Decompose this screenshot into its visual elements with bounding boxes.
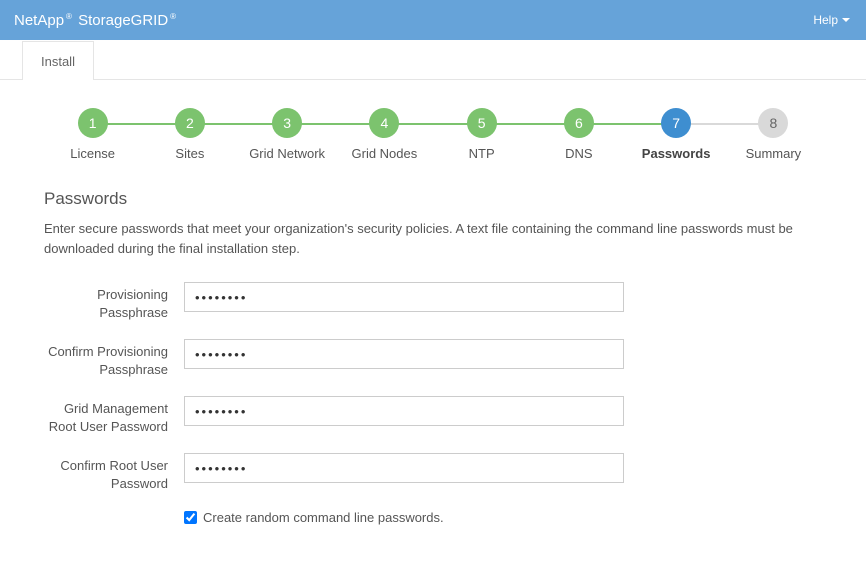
step-grid-network[interactable]: 3 Grid Network [239, 108, 336, 161]
label-root-password: Grid Management Root User Password [44, 396, 184, 435]
reg-icon: ® [170, 12, 176, 21]
step-label: NTP [469, 146, 495, 161]
chevron-down-icon [842, 18, 850, 22]
tab-bar: Install [0, 40, 866, 80]
brand-netapp: NetApp [14, 12, 64, 29]
brand-storagegrid: StorageGRID [78, 12, 168, 29]
confirm-provisioning-passphrase-input[interactable] [184, 339, 624, 369]
random-cli-text: Create random command line passwords. [203, 510, 444, 525]
step-label: Grid Network [249, 146, 325, 161]
step-circle: 3 [272, 108, 302, 138]
step-passwords[interactable]: 7 Passwords [628, 108, 725, 161]
row-random-cli: Create random command line passwords. [44, 510, 822, 525]
step-label: DNS [565, 146, 592, 161]
brand: NetApp® StorageGRID® [14, 12, 178, 29]
step-dns[interactable]: 6 DNS [530, 108, 627, 161]
help-menu[interactable]: Help [813, 13, 850, 27]
step-circle: 2 [175, 108, 205, 138]
provisioning-passphrase-input[interactable] [184, 282, 624, 312]
row-provisioning-passphrase: Provisioning Passphrase [44, 282, 822, 321]
page-title: Passwords [44, 189, 822, 209]
step-summary[interactable]: 8 Summary [725, 108, 822, 161]
step-grid-nodes[interactable]: 4 Grid Nodes [336, 108, 433, 161]
step-license[interactable]: 1 License [44, 108, 141, 161]
content: Passwords Enter secure passwords that me… [0, 171, 866, 563]
random-cli-checkbox[interactable] [184, 511, 197, 524]
row-confirm-provisioning-passphrase: Confirm Provisioning Passphrase [44, 339, 822, 378]
row-confirm-root-password: Confirm Root User Password [44, 453, 822, 492]
top-bar: NetApp® StorageGRID® Help [0, 0, 866, 40]
step-circle: 1 [78, 108, 108, 138]
step-label: Sites [175, 146, 204, 161]
label-provisioning-passphrase: Provisioning Passphrase [44, 282, 184, 321]
label-confirm-root-password: Confirm Root User Password [44, 453, 184, 492]
help-label: Help [813, 13, 838, 27]
root-password-input[interactable] [184, 396, 624, 426]
step-circle: 6 [564, 108, 594, 138]
label-confirm-provisioning-passphrase: Confirm Provisioning Passphrase [44, 339, 184, 378]
page-description: Enter secure passwords that meet your or… [44, 219, 822, 258]
reg-icon: ® [66, 12, 72, 21]
tab-install-label: Install [41, 54, 75, 69]
random-cli-checkbox-label[interactable]: Create random command line passwords. [184, 510, 624, 525]
step-circle: 5 [467, 108, 497, 138]
step-label: Passwords [642, 146, 711, 161]
tab-install[interactable]: Install [22, 41, 94, 80]
step-label: Summary [746, 146, 802, 161]
row-root-password: Grid Management Root User Password [44, 396, 822, 435]
step-sites[interactable]: 2 Sites [141, 108, 238, 161]
step-label: License [70, 146, 115, 161]
step-circle: 8 [758, 108, 788, 138]
stepper: 1 License 2 Sites 3 Grid Network 4 Grid … [0, 80, 866, 171]
step-label: Grid Nodes [352, 146, 418, 161]
step-circle: 7 [661, 108, 691, 138]
step-ntp[interactable]: 5 NTP [433, 108, 530, 161]
step-circle: 4 [369, 108, 399, 138]
confirm-root-password-input[interactable] [184, 453, 624, 483]
